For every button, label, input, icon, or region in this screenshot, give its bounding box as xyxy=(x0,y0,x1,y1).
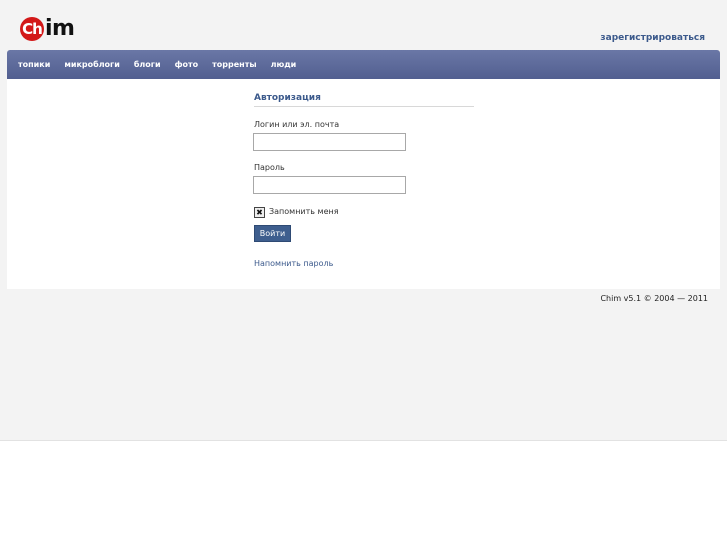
remember-me[interactable]: ✖ Запомнить меня xyxy=(254,205,339,218)
auth-title: Авторизация xyxy=(254,93,321,103)
remember-checkbox[interactable]: ✖ xyxy=(254,207,265,218)
login-button[interactable]: Войти xyxy=(254,225,291,242)
logo-text: im xyxy=(45,16,75,41)
nav-item-photo[interactable]: фото xyxy=(175,60,199,69)
remember-label: Запомнить меня xyxy=(269,207,339,216)
nav-item-microblogs[interactable]: микроблоги xyxy=(64,60,120,69)
main-nav: топики микроблоги блоги фото торренты лю… xyxy=(7,50,720,79)
content-panel: Авторизация Логин или эл. почта Пароль ✖… xyxy=(7,79,720,289)
login-input[interactable] xyxy=(253,133,406,151)
nav-item-topics[interactable]: топики xyxy=(18,60,50,69)
nav-item-blogs[interactable]: блоги xyxy=(134,60,161,69)
password-label: Пароль xyxy=(254,163,285,172)
nav-item-people[interactable]: люди xyxy=(271,60,297,69)
site-logo[interactable]: Ch im xyxy=(20,16,75,42)
divider xyxy=(254,106,474,107)
register-link[interactable]: зарегистрироваться xyxy=(600,33,705,43)
logo-mark: Ch xyxy=(20,17,44,41)
login-label: Логин или эл. почта xyxy=(254,120,340,129)
remind-password-link[interactable]: Напомнить пароль xyxy=(254,259,333,268)
nav-item-torrents[interactable]: торренты xyxy=(212,60,256,69)
footer-text: Chim v5.1 © 2004 — 2011 xyxy=(600,294,708,303)
password-input[interactable] xyxy=(253,176,406,194)
